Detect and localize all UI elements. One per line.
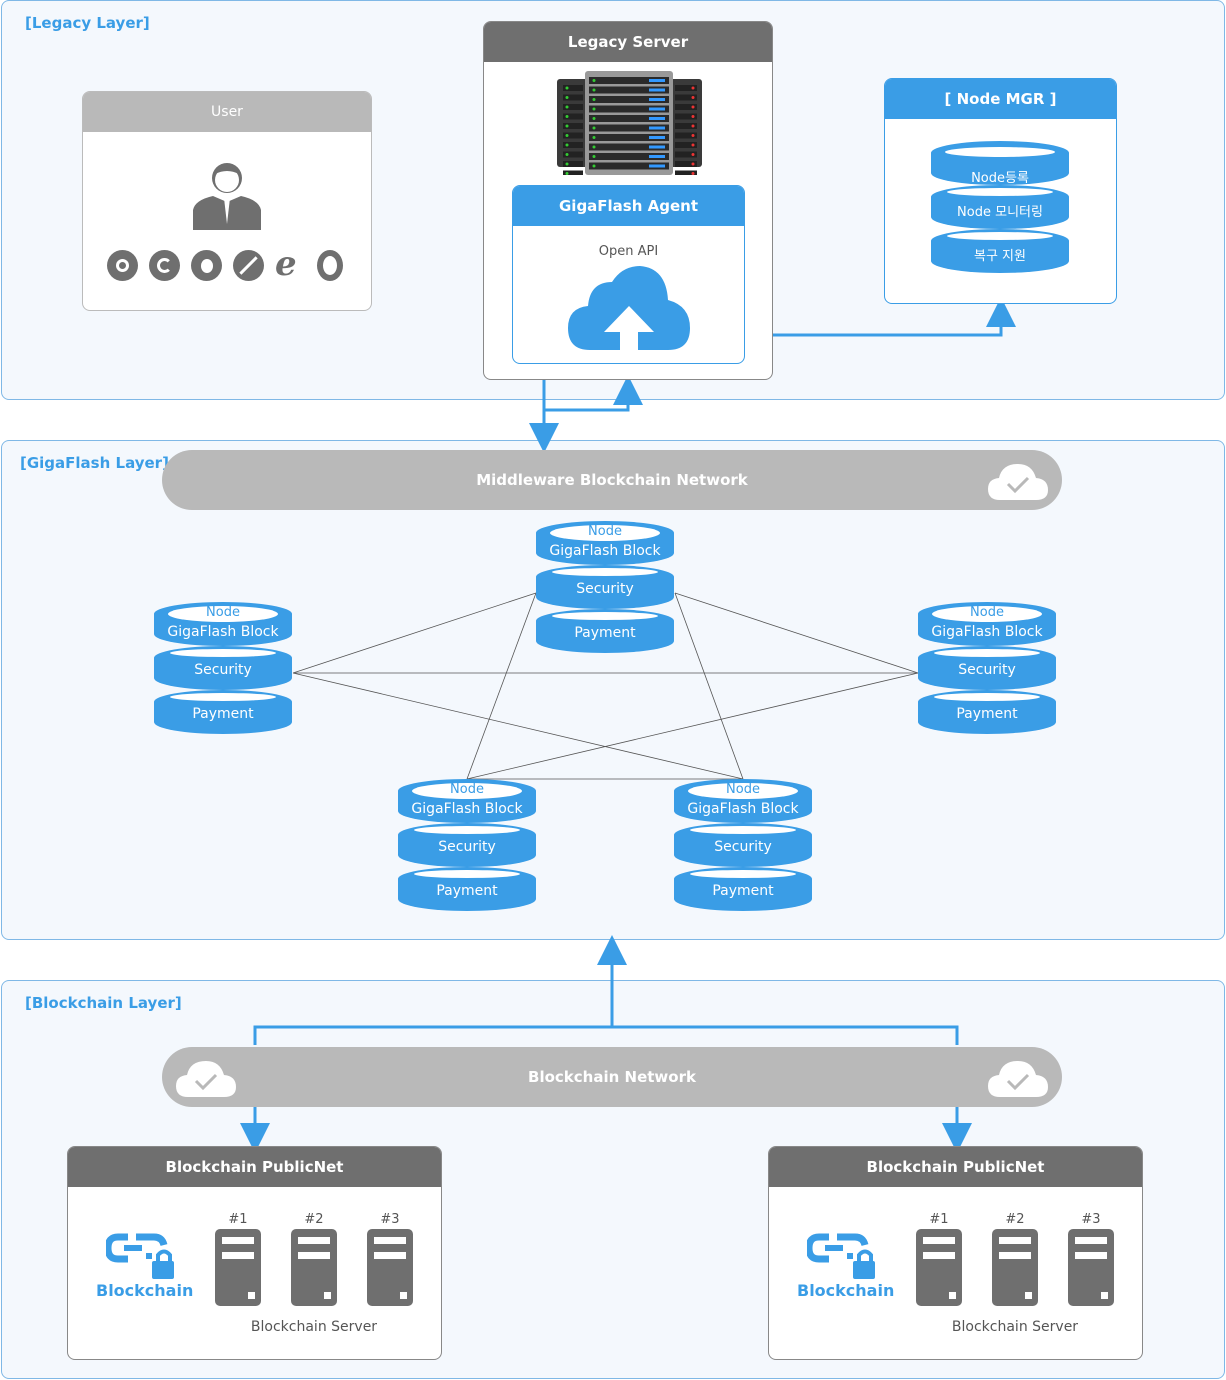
server-number: #2 bbox=[304, 1212, 324, 1227]
node-segment-security: Security bbox=[918, 646, 1056, 690]
node-segment-security: Security bbox=[536, 565, 674, 609]
blockchain-network-label: Blockchain Network bbox=[528, 1068, 696, 1086]
node-tag: Node bbox=[970, 605, 1004, 620]
publicnet-title: Blockchain PublicNet bbox=[769, 1147, 1142, 1187]
server-number: #3 bbox=[1081, 1212, 1101, 1227]
server-icon bbox=[916, 1229, 962, 1306]
node-segment-block: Node GigaFlash Block bbox=[918, 602, 1056, 646]
blockchain-lock-icon bbox=[807, 1233, 875, 1279]
server-icon bbox=[215, 1229, 261, 1306]
node-segment-security: Security bbox=[674, 823, 812, 867]
browser-icons: e bbox=[107, 244, 343, 284]
blockchain-lock-icon bbox=[106, 1233, 174, 1279]
server-number: #1 bbox=[929, 1212, 949, 1227]
node-segment-block: Node GigaFlash Block bbox=[536, 521, 674, 565]
node-segment-payment: Payment bbox=[154, 690, 292, 734]
user-box: User e bbox=[82, 91, 372, 311]
blockchain-publicnet-box: Blockchain PublicNet Blockchain #1 #2 #3 Bl… bbox=[768, 1146, 1143, 1360]
opera-icon bbox=[317, 250, 343, 281]
node-tag: Node bbox=[450, 782, 484, 797]
node-segment-payment: Payment bbox=[674, 867, 812, 911]
node-segment-block: Node GigaFlash Block bbox=[674, 779, 812, 823]
server-rack-icon bbox=[557, 71, 702, 175]
server-caption: Blockchain Server bbox=[250, 1319, 378, 1335]
gigaflash-node: Node GigaFlash Block Security Payment bbox=[398, 779, 536, 911]
node-segment-security: Security bbox=[154, 646, 292, 690]
cloud-check-icon bbox=[988, 1061, 1048, 1097]
blockchain-network: Blockchain Network bbox=[162, 1047, 1062, 1107]
node-segment-payment: Payment bbox=[918, 690, 1056, 734]
gigaflash-node: Node GigaFlash Block Security Payment bbox=[918, 602, 1056, 734]
gigaflash-agent-box: GigaFlash Agent Open API bbox=[512, 185, 745, 364]
chrome-icon bbox=[107, 250, 138, 281]
node-segment-payment: Payment bbox=[398, 867, 536, 911]
mgr-item-monitoring: Node 모니터링 bbox=[931, 185, 1069, 229]
user-title: User bbox=[83, 92, 371, 132]
legacy-server-title: Legacy Server bbox=[484, 22, 772, 62]
open-api-label: Open API bbox=[598, 244, 659, 259]
gigaflash-node: Node GigaFlash Block Security Payment bbox=[154, 602, 292, 734]
cloud-check-icon bbox=[176, 1061, 236, 1097]
gigaflash-node: Node GigaFlash Block Security Payment bbox=[536, 521, 674, 653]
server-number: #3 bbox=[380, 1212, 400, 1227]
node-tag: Node bbox=[206, 605, 240, 620]
user-icon bbox=[193, 163, 261, 230]
blockchain-logo-label: Blockchain bbox=[96, 1281, 194, 1300]
blockchain-publicnet-box: Blockchain PublicNet Blockchain #1 #2 #3 Bl… bbox=[67, 1146, 442, 1360]
cloud-upload-icon bbox=[568, 266, 690, 350]
node-mgr-stack: Node등록 Node 모니터링 복구 지원 bbox=[931, 141, 1069, 273]
mgr-item-register: Node등록 bbox=[931, 141, 1069, 186]
server-icon bbox=[1068, 1229, 1114, 1306]
agent-title: GigaFlash Agent bbox=[513, 186, 744, 226]
cloud-check-icon bbox=[988, 464, 1048, 500]
mgr-item-recovery: 복구 지원 bbox=[931, 229, 1069, 273]
node-mgr-box: [ Node MGR ] Node등록 Node 모니터링 복구 지원 bbox=[884, 78, 1117, 304]
gigaflash-node: Node GigaFlash Block Security Payment bbox=[674, 779, 812, 911]
ie-icon: e bbox=[275, 244, 297, 284]
node-mgr-title: [ Node MGR ] bbox=[885, 79, 1116, 119]
safari-icon bbox=[233, 250, 264, 281]
edge-icon bbox=[149, 250, 180, 281]
publicnet-title: Blockchain PublicNet bbox=[68, 1147, 441, 1187]
blockchain-logo-label: Blockchain bbox=[797, 1281, 895, 1300]
node-segment-block: Node GigaFlash Block bbox=[154, 602, 292, 646]
server-icon bbox=[992, 1229, 1038, 1306]
node-tag: Node bbox=[588, 524, 622, 539]
node-segment-block: Node GigaFlash Block bbox=[398, 779, 536, 823]
server-icon bbox=[367, 1229, 413, 1306]
node-segment-security: Security bbox=[398, 823, 536, 867]
middleware-network: Middleware Blockchain Network bbox=[162, 450, 1062, 510]
legacy-server-box: Legacy Server GigaFlash Agent Open API bbox=[483, 21, 773, 380]
server-caption: Blockchain Server bbox=[951, 1319, 1079, 1335]
server-icon bbox=[291, 1229, 337, 1306]
server-number: #2 bbox=[1005, 1212, 1025, 1227]
node-segment-payment: Payment bbox=[536, 609, 674, 653]
firefox-icon bbox=[191, 250, 222, 281]
server-number: #1 bbox=[228, 1212, 248, 1227]
node-tag: Node bbox=[726, 782, 760, 797]
middleware-network-label: Middleware Blockchain Network bbox=[476, 471, 748, 489]
